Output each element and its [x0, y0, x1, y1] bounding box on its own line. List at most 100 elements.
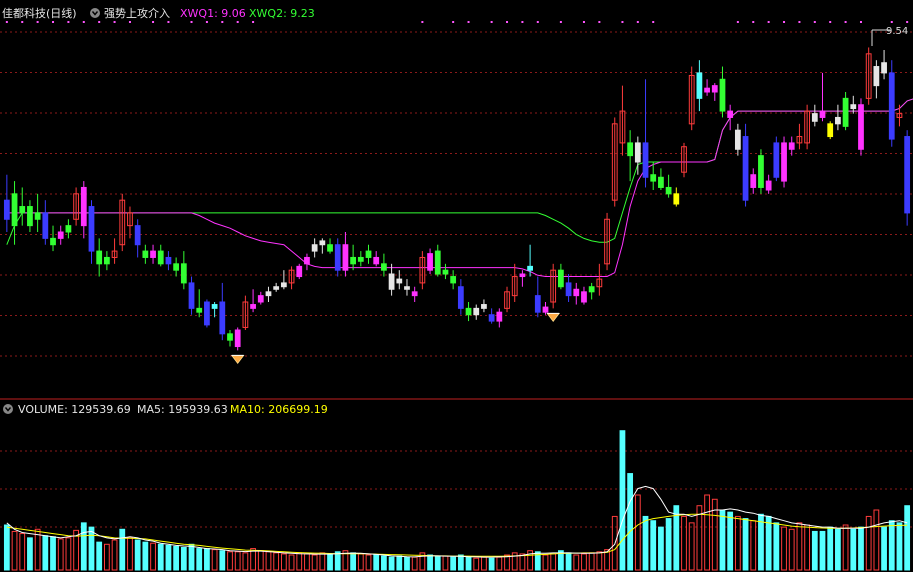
candle	[34, 193, 41, 232]
candle-body	[27, 206, 33, 227]
candle	[103, 251, 110, 271]
volume-bars[interactable]	[3, 430, 911, 571]
signal-diamond-icon	[546, 312, 560, 323]
signal-dot	[736, 21, 739, 23]
candle	[273, 282, 280, 292]
volume-bar	[688, 522, 695, 571]
toggle-circle-icon[interactable]	[90, 8, 100, 18]
candle-body	[650, 174, 657, 182]
volume-bar	[719, 509, 726, 571]
signal-dot	[421, 21, 424, 23]
candle-body	[519, 273, 526, 278]
volume-bar	[357, 553, 364, 571]
candle	[280, 270, 287, 290]
volume-ma-lines	[6, 485, 908, 558]
candle-body	[788, 142, 795, 150]
signal-dot	[859, 21, 862, 23]
volume-bar	[319, 552, 326, 571]
volume-bar	[619, 430, 626, 571]
candle	[404, 279, 410, 296]
volume-bar	[50, 536, 56, 571]
candle-body	[450, 276, 457, 284]
candle	[781, 136, 787, 188]
candle-body	[496, 311, 503, 322]
candle	[519, 270, 526, 287]
candle-body	[904, 136, 911, 214]
candle	[673, 187, 680, 207]
volume-bar	[188, 543, 195, 571]
volume-bar	[434, 555, 441, 571]
candle	[234, 327, 241, 351]
candle-body	[319, 240, 326, 246]
volume-bar	[642, 515, 649, 571]
volume-bar	[304, 553, 310, 571]
stock-chart[interactable]: 佳都科技(日线) 强势上攻介入 XWQ1: 9.06 XWQ2: 9.23 9.…	[0, 0, 913, 572]
candle-body	[65, 225, 72, 233]
candle	[88, 200, 95, 264]
candle-body	[642, 142, 649, 178]
candle	[257, 291, 264, 305]
signal-dot	[844, 21, 847, 23]
signal-dot	[506, 21, 509, 23]
candle	[758, 149, 764, 194]
candle-body	[165, 256, 172, 265]
signal-dot	[652, 21, 655, 23]
candle-body	[411, 291, 418, 297]
candle-body	[396, 278, 403, 284]
chart-canvas[interactable]: 佳都科技(日线) 强势上攻介入 XWQ1: 9.06 XWQ2: 9.23 9.…	[0, 0, 913, 572]
candle	[250, 289, 256, 313]
candle-body	[357, 256, 364, 262]
volume-bar	[665, 518, 672, 571]
candle	[419, 251, 426, 290]
candle-body	[442, 269, 449, 275]
candle	[565, 274, 572, 302]
candle	[496, 308, 503, 328]
candle-body	[3, 199, 10, 220]
candle-body	[234, 329, 241, 348]
candle	[96, 238, 103, 277]
volume-bar	[496, 556, 503, 571]
candle-body	[750, 174, 757, 188]
signal-dot	[813, 21, 816, 23]
candle-body	[34, 212, 41, 220]
volume-bar	[904, 505, 911, 571]
volume-bar	[381, 555, 387, 571]
candle-body	[311, 244, 318, 252]
candle-body	[673, 193, 680, 205]
candle-body	[427, 253, 433, 271]
candle-body	[42, 212, 49, 239]
candlesticks[interactable]	[3, 47, 911, 351]
volume-bar	[80, 522, 87, 571]
candle-body	[80, 186, 87, 227]
candle-body	[273, 286, 280, 290]
volume-bar	[196, 548, 203, 571]
volume-toggle[interactable]	[3, 404, 13, 414]
volume-bar	[704, 494, 710, 571]
candle	[696, 60, 703, 112]
candle-body	[781, 142, 787, 182]
candle	[627, 130, 634, 182]
candle	[434, 244, 441, 277]
indicator-toggle[interactable]	[90, 8, 100, 18]
candle	[180, 251, 187, 290]
volume-bar	[103, 543, 110, 571]
candle	[165, 251, 172, 271]
candle	[742, 123, 749, 207]
candle	[796, 123, 803, 150]
signal-dot	[829, 21, 832, 23]
candle	[57, 225, 64, 245]
candle-body	[19, 206, 26, 214]
volume-bar	[19, 533, 26, 571]
volume-bar	[519, 553, 526, 571]
signal-dot	[752, 21, 755, 23]
candle	[734, 123, 741, 156]
candle	[73, 187, 79, 226]
candle-body	[157, 250, 164, 265]
volume-toggle-circle-icon[interactable]	[3, 404, 13, 414]
volume-bar	[334, 551, 341, 571]
candle-body	[773, 142, 780, 178]
candle	[681, 142, 687, 178]
volume-bar	[257, 550, 264, 571]
volume-bar	[865, 515, 872, 571]
signal-dot	[236, 21, 239, 23]
